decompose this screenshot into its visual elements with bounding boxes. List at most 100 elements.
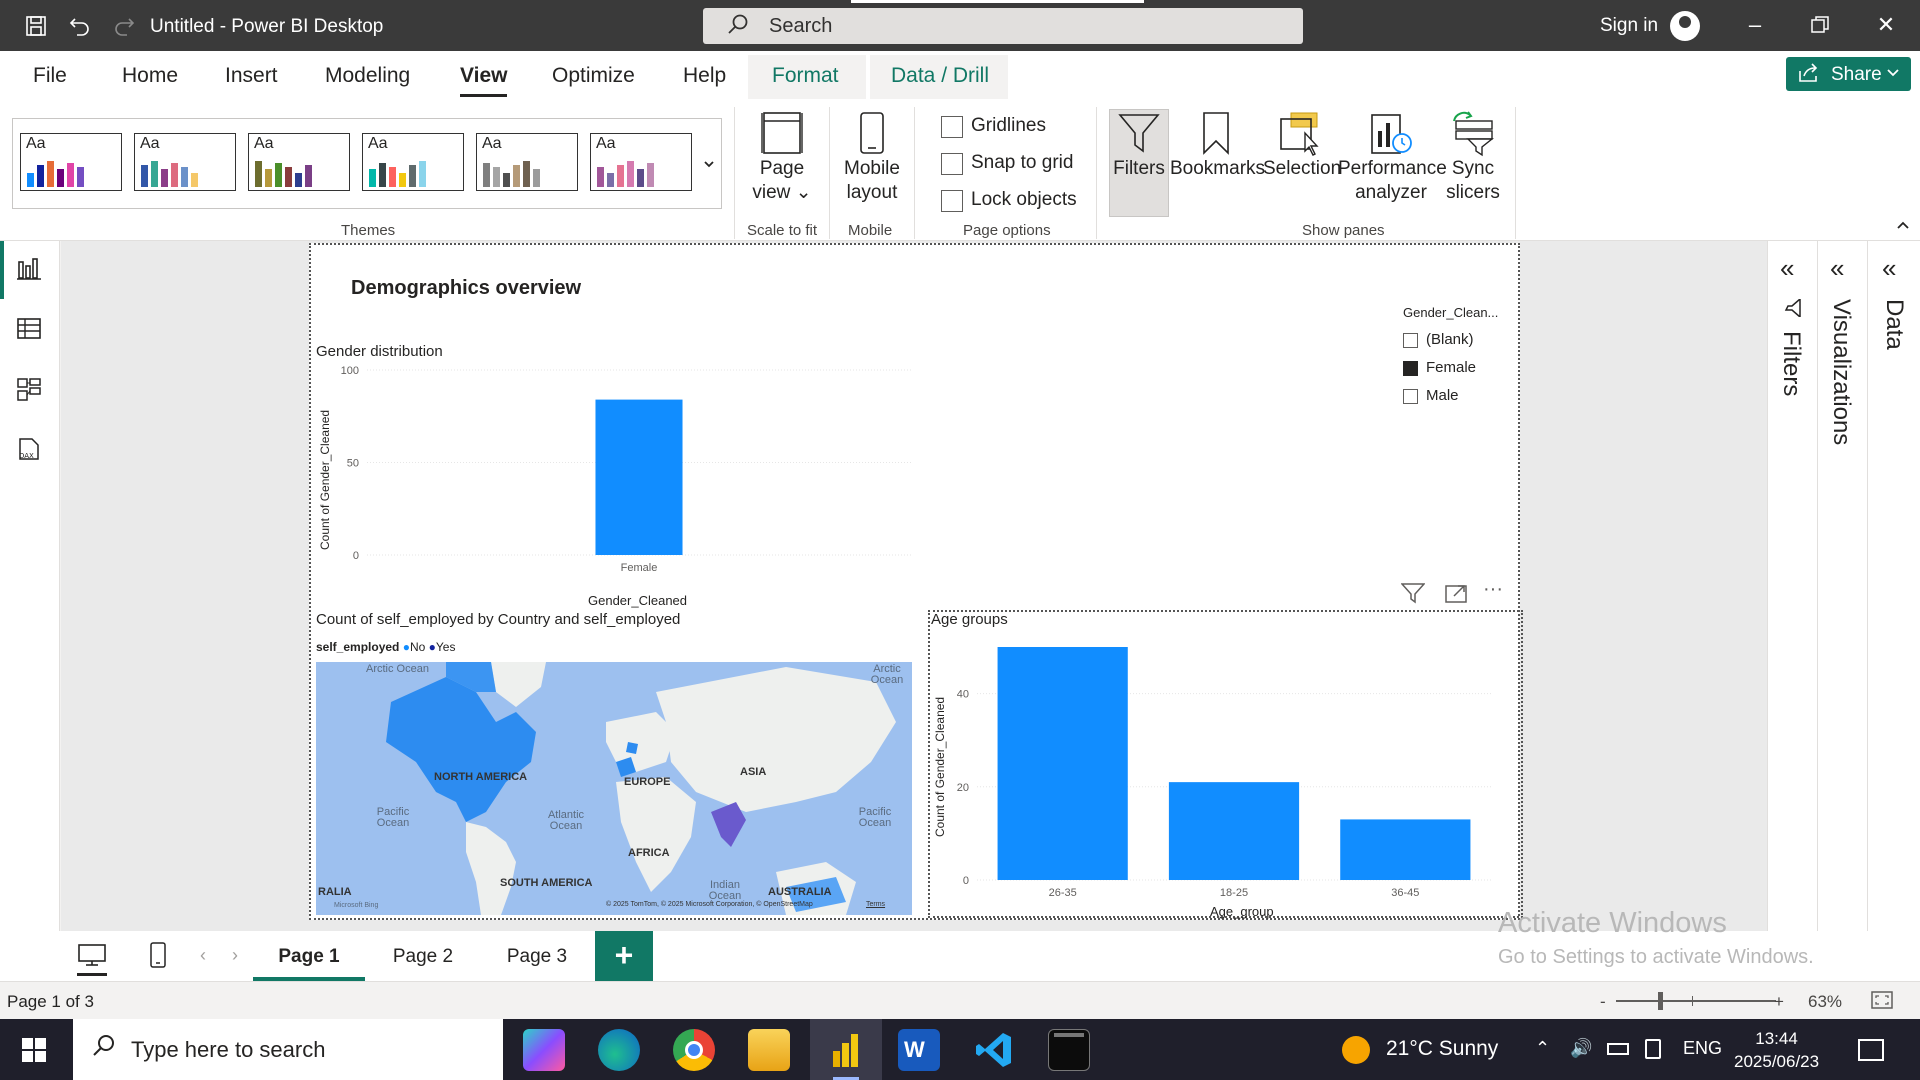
speaker-icon[interactable]: 🔊	[1570, 1038, 1592, 1059]
map-label-africa: AFRICA	[628, 847, 670, 859]
y-tick-label: 100	[341, 365, 359, 377]
page-tab-3[interactable]: Page 3	[480, 931, 594, 981]
tab-view[interactable]: View	[460, 64, 508, 97]
tab-format[interactable]: Format	[772, 64, 839, 88]
focus-mode-icon[interactable]	[1444, 582, 1468, 609]
model-view-icon[interactable]	[16, 376, 44, 404]
windows-start-icon[interactable]	[22, 1038, 46, 1067]
data-pane-collapsed[interactable]: « Data	[1868, 241, 1920, 931]
restore-icon[interactable]	[1800, 12, 1840, 40]
save-icon[interactable]	[24, 14, 48, 38]
zoom-out-button[interactable]: -	[1600, 992, 1606, 1012]
bookmarks-pane-button[interactable]: Bookmarks	[1170, 111, 1265, 181]
filters-pane-collapsed[interactable]: « Filters	[1768, 241, 1818, 931]
tab-modeling[interactable]: Modeling	[325, 64, 410, 88]
tab-home[interactable]: Home	[122, 64, 178, 88]
bar-36-45[interactable]	[1340, 819, 1471, 880]
zoom-in-button[interactable]: +	[1774, 992, 1784, 1012]
tab-help[interactable]: Help	[683, 64, 726, 88]
desktop-layout-icon[interactable]	[77, 943, 107, 976]
selection-pane-button[interactable]: Selection	[1263, 111, 1341, 181]
copilot-icon[interactable]	[523, 1029, 565, 1071]
theme-color-swatch	[37, 165, 44, 187]
map-visual[interactable]: Arctic Ocean Arctic Ocean NORTH AMERICA …	[316, 662, 912, 915]
terminal-icon[interactable]	[1048, 1029, 1090, 1071]
theme-color-swatch	[483, 163, 490, 187]
report-page[interactable]: Demographics overview Gender distributio…	[309, 243, 1523, 920]
visual-filter-icon[interactable]	[1400, 582, 1426, 609]
close-icon[interactable]: ✕	[1866, 12, 1906, 40]
word-icon[interactable]: W	[898, 1029, 940, 1071]
theme-option-1[interactable]: Aa	[20, 133, 122, 191]
share-button[interactable]: Share	[1786, 57, 1911, 91]
age-bar-chart[interactable]: 0 20 40 26-35 18-25 36-45	[951, 625, 1511, 910]
battery-icon[interactable]	[1607, 1043, 1629, 1055]
fit-to-page-icon[interactable]	[1870, 990, 1894, 1015]
vscode-icon[interactable]	[973, 1029, 1015, 1071]
mobile-layout-label: Mobile layout	[844, 158, 900, 203]
themes-group-label: Themes	[341, 222, 396, 239]
theme-palette-preview	[141, 157, 198, 187]
collapse-ribbon-icon[interactable]	[1896, 218, 1910, 236]
tab-insert[interactable]: Insert	[225, 64, 278, 88]
tab-file[interactable]: File	[33, 64, 67, 88]
clock[interactable]: 13:44 2025/06/23	[1734, 1027, 1819, 1073]
page-tab-2[interactable]: Page 2	[366, 931, 480, 981]
sign-in-link[interactable]: Sign in	[1600, 15, 1658, 37]
show-panes-label: Show panes	[1302, 222, 1385, 239]
language-indicator[interactable]: ENG	[1683, 1038, 1722, 1059]
page-tab-1[interactable]: Page 1	[253, 931, 365, 981]
redo-icon[interactable]	[112, 14, 136, 38]
chevron-up-icon[interactable]: ⌃	[1535, 1038, 1550, 1059]
theme-palette-preview	[597, 157, 654, 187]
zoom-slider[interactable]	[1616, 992, 1776, 1010]
filters-pane-button[interactable]: Filters	[1109, 111, 1169, 181]
undo-icon[interactable]	[68, 14, 92, 38]
report-view-icon[interactable]	[16, 256, 44, 284]
sync-slicers-button[interactable]: Sync slicers	[1443, 111, 1503, 205]
zoom-slider-thumb[interactable]	[1658, 992, 1663, 1010]
visualizations-pane-collapsed[interactable]: « Visualizations	[1818, 241, 1868, 931]
mobile-layout-button[interactable]: Mobile layout	[838, 111, 906, 205]
expand-visualizations-icon[interactable]: «	[1830, 253, 1844, 284]
map-terms-link[interactable]: Terms	[866, 899, 885, 910]
gender-bar-chart[interactable]: 0 50 100 Female	[341, 360, 921, 575]
slicer-checkbox[interactable]	[1403, 333, 1418, 348]
slicer-checkbox[interactable]	[1403, 389, 1418, 404]
weather-text[interactable]: 21°C Sunny	[1386, 1037, 1498, 1061]
gender-chart-ylabel: Count of Gender_Cleaned	[318, 409, 332, 550]
dax-query-view-icon[interactable]: DAX	[16, 437, 44, 465]
taskbar-search-input[interactable]: Type here to search	[73, 1019, 503, 1080]
edge-icon[interactable]	[598, 1029, 640, 1071]
file-explorer-icon[interactable]	[748, 1029, 790, 1071]
notifications-icon[interactable]	[1858, 1039, 1884, 1061]
theme-option-4[interactable]: Aa	[362, 133, 464, 191]
search-input[interactable]: Search	[703, 0, 1303, 44]
theme-option-5[interactable]: Aa	[476, 133, 578, 191]
prev-page-icon[interactable]: ‹	[200, 945, 206, 966]
chrome-icon[interactable]	[673, 1029, 715, 1071]
theme-option-3[interactable]: Aa	[248, 133, 350, 191]
performance-analyzer-button[interactable]: Performance analyzer	[1338, 111, 1447, 205]
next-page-icon[interactable]: ›	[232, 945, 238, 966]
expand-filters-icon[interactable]: «	[1780, 253, 1794, 284]
mobile-layout-icon[interactable]	[148, 941, 168, 974]
theme-option-2[interactable]: Aa	[134, 133, 236, 191]
theme-option-6[interactable]: Aa	[590, 133, 692, 191]
device-icon[interactable]	[1645, 1039, 1661, 1059]
tab-optimize[interactable]: Optimize	[552, 64, 635, 88]
expand-data-icon[interactable]: «	[1882, 253, 1896, 284]
more-options-icon[interactable]: ···	[1483, 578, 1503, 601]
page-view-button[interactable]: Page view ⌄	[748, 111, 816, 205]
slicer-checkbox[interactable]	[1403, 361, 1418, 376]
bar-26-35[interactable]	[997, 647, 1128, 880]
table-view-icon[interactable]	[16, 316, 44, 344]
minimize-icon[interactable]: –	[1735, 12, 1775, 40]
avatar[interactable]	[1670, 11, 1700, 41]
power-bi-icon[interactable]	[825, 1029, 867, 1080]
themes-more-icon[interactable]	[702, 157, 716, 175]
bar-18-25[interactable]	[1168, 782, 1300, 880]
tab-data-drill[interactable]: Data / Drill	[891, 64, 989, 88]
add-page-button[interactable]: +	[595, 931, 653, 981]
bar-Female[interactable]	[595, 399, 683, 555]
